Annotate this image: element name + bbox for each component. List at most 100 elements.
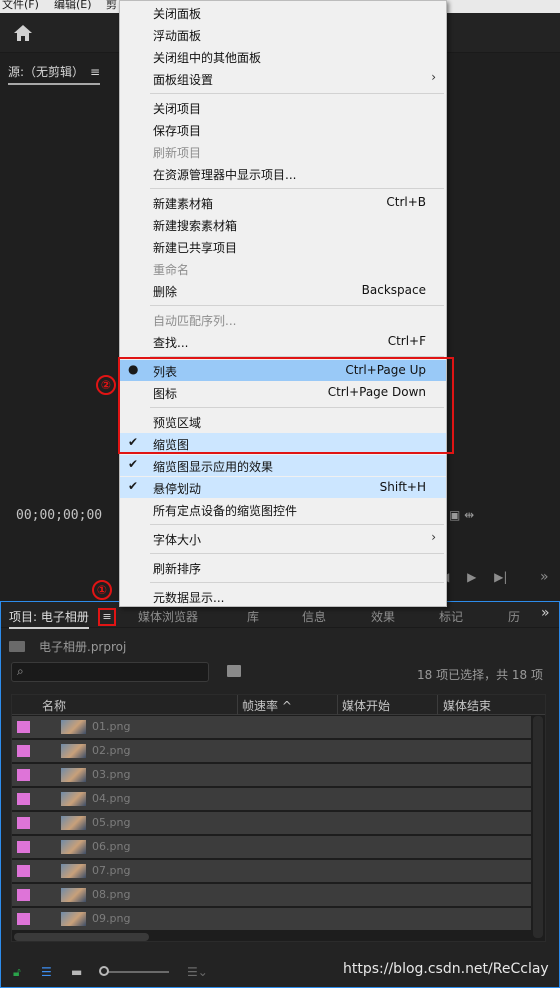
menu-item[interactable]: 新建搜索素材箱 (120, 214, 446, 235)
sort-icon[interactable]: ☰⌄ (187, 965, 208, 979)
search-input[interactable]: ⌕ (11, 662, 209, 682)
chevron-right-icon: › (431, 530, 436, 544)
table-row[interactable]: 03.png (12, 764, 531, 786)
menu-item[interactable]: ✔ 悬停划动 Shift+H (120, 477, 446, 498)
thumbnail-image (61, 816, 86, 830)
menu-item-shortcut: Ctrl+F (387, 334, 426, 348)
project-panel: 项目: 电子相册 ≡ 媒体浏览器 库 信息 效果 标记 历 » 电子相册.prp… (0, 601, 560, 988)
menu-item[interactable]: 字体大小 › (120, 528, 446, 549)
menu-item[interactable]: 新建素材箱 Ctrl+B (120, 192, 446, 213)
new-bin-icon[interactable] (227, 665, 241, 677)
tab-libraries[interactable]: 库 (247, 608, 259, 625)
checkmark-icon: ✔ (128, 479, 139, 493)
column-divider[interactable] (337, 695, 338, 715)
label-color-swatch[interactable] (17, 913, 30, 925)
menu-item[interactable]: 面板组设置 › (120, 68, 446, 89)
menu-item[interactable]: 删除 Backspace (120, 280, 446, 301)
file-name[interactable]: 01.png (92, 720, 130, 733)
timecode-display[interactable]: 00;00;00;00 (16, 508, 102, 523)
label-color-swatch[interactable] (17, 817, 30, 829)
label-color-swatch[interactable] (17, 841, 30, 853)
list-view-icon[interactable]: ☰ (41, 965, 52, 979)
sort-ascending-icon[interactable]: ^ (282, 699, 292, 713)
label-color-swatch[interactable] (17, 865, 30, 877)
overflow-icon[interactable]: » (540, 569, 549, 585)
column-divider[interactable] (237, 695, 238, 715)
table-row[interactable]: 04.png (12, 788, 531, 810)
table-row[interactable]: 08.png (12, 884, 531, 906)
menu-item[interactable]: 新建已共享项目 (120, 236, 446, 257)
menu-item[interactable]: 在资源管理器中显示项目... (120, 163, 446, 184)
menu-item[interactable]: 浮动面板 (120, 24, 446, 45)
file-name[interactable]: 06.png (92, 840, 130, 853)
table-row[interactable]: 06.png (12, 836, 531, 858)
file-name[interactable]: 09.png (92, 912, 130, 925)
menu-item[interactable]: 刷新排序 (120, 557, 446, 578)
menu-item-label: 刷新项目 (153, 146, 202, 160)
menu-edit[interactable]: 编辑(E) (54, 0, 92, 11)
menu-item[interactable]: 所有定点设备的缩览图控件 (120, 499, 446, 520)
file-name[interactable]: 02.png (92, 744, 130, 757)
label-color-swatch[interactable] (17, 721, 30, 733)
step-forward-icon[interactable]: ▶| (494, 570, 507, 584)
icon-view-icon[interactable]: ▬ (71, 965, 82, 979)
menu-file[interactable]: 文件(F) (2, 0, 39, 11)
play-icon[interactable]: ▶ (467, 570, 476, 584)
checkmark-icon: ✔ (128, 457, 139, 471)
tab-media-browser[interactable]: 媒体浏览器 (138, 608, 198, 625)
file-name[interactable]: 05.png (92, 816, 130, 829)
table-row[interactable]: 02.png (12, 740, 531, 762)
column-name[interactable]: 名称 (42, 697, 66, 714)
label-color-swatch[interactable] (17, 745, 30, 757)
menu-item-label: 自动匹配序列... (153, 314, 237, 328)
menu-item[interactable]: 关闭面板 (120, 2, 446, 23)
column-media-end[interactable]: 媒体结束 (443, 697, 491, 714)
table-row[interactable]: 07.png (12, 860, 531, 882)
tab-effects[interactable]: 效果 (371, 608, 395, 625)
source-small-icons[interactable]: ▣ ⇹ (449, 508, 474, 522)
column-frame-rate[interactable]: 帧速率 ^ (242, 697, 292, 714)
file-name[interactable]: 03.png (92, 768, 130, 781)
menu-item[interactable]: 保存项目 (120, 119, 446, 140)
table-row[interactable]: 09.png (12, 908, 531, 930)
table-row[interactable]: 01.png (12, 716, 531, 738)
hamburger-icon[interactable]: ≡ (90, 65, 100, 79)
menu-item-label: 新建素材箱 (153, 197, 214, 211)
thumbnail-image (61, 792, 86, 806)
column-divider[interactable] (437, 695, 438, 715)
menu-item-label: 在资源管理器中显示项目... (153, 168, 297, 182)
menu-item[interactable]: 关闭组中的其他面板 (120, 46, 446, 67)
file-name[interactable]: 08.png (92, 888, 130, 901)
menu-item-shortcut: Shift+H (379, 480, 426, 494)
home-icon[interactable] (12, 23, 34, 43)
label-color-swatch[interactable] (17, 793, 30, 805)
menu-item-label: 浮动面板 (153, 29, 202, 43)
menu-item[interactable]: 查找... Ctrl+F (120, 331, 446, 352)
tab-project[interactable]: 项目: 电子相册 (9, 608, 89, 629)
search-icon: ⌕ (17, 664, 24, 678)
tab-history[interactable]: 历 (508, 608, 520, 625)
zoom-slider[interactable] (101, 971, 169, 973)
label-color-swatch[interactable] (17, 889, 30, 901)
annotation-number-2: ② (96, 375, 116, 395)
table-row[interactable]: 05.png (12, 812, 531, 834)
menu-item[interactable]: 元数据显示... (120, 586, 446, 607)
zoom-slider-knob[interactable] (99, 966, 109, 976)
thumbnail-image (61, 912, 86, 926)
label-color-swatch[interactable] (17, 769, 30, 781)
tab-markers[interactable]: 标记 (439, 608, 463, 625)
annotation-highlight-box (118, 357, 454, 454)
column-media-start[interactable]: 媒体开始 (342, 697, 390, 714)
vertical-scrollbar[interactable] (533, 716, 543, 938)
source-tab[interactable]: 源:（无剪辑） ≡ (8, 63, 101, 85)
tab-info[interactable]: 信息 (302, 608, 326, 625)
tabs-overflow-icon[interactable]: » (541, 605, 550, 621)
panel-menu-button[interactable]: ≡ (98, 608, 116, 626)
menu-item[interactable]: 关闭项目 (120, 97, 446, 118)
horizontal-scrollbar[interactable] (14, 933, 149, 941)
menu-clip[interactable]: 剪 (106, 0, 117, 11)
file-name[interactable]: 07.png (92, 864, 130, 877)
menu-item[interactable]: ✔ 缩览图显示应用的效果 (120, 455, 446, 476)
file-name[interactable]: 04.png (92, 792, 130, 805)
lock-icon[interactable]: 🔓︎ (13, 965, 21, 980)
